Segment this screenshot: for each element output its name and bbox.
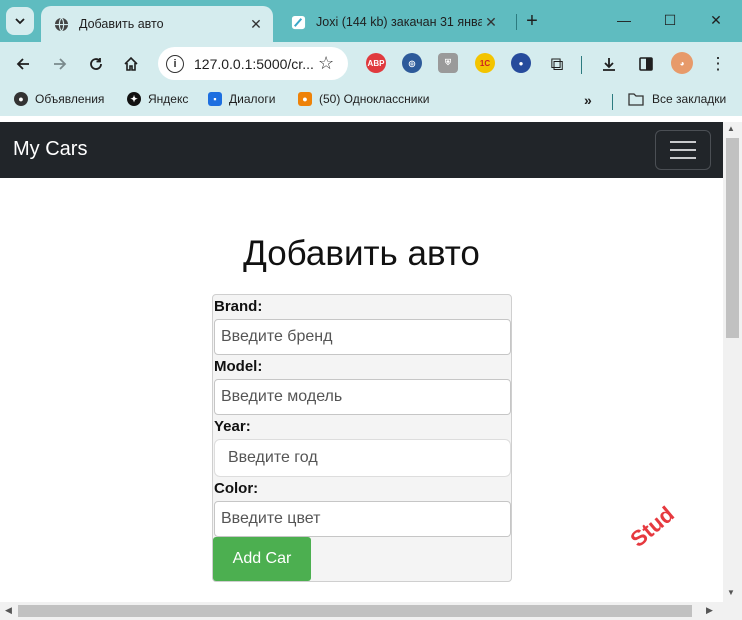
horizontal-scrollbar[interactable]: ◀ ▶	[0, 602, 723, 620]
scroll-down-icon[interactable]: ▼	[727, 588, 735, 597]
all-bookmarks-label: Все закладки	[652, 92, 727, 106]
page-title: Добавить авто	[243, 234, 480, 273]
one-c-icon[interactable]: 1C	[475, 53, 495, 73]
hamburger-icon	[670, 149, 696, 151]
site-navbar: My Cars	[0, 122, 723, 178]
hamburger-icon	[670, 157, 696, 159]
add-car-form: Brand: Введите бренд Model: Введите моде…	[212, 294, 512, 582]
vertical-scroll-thumb[interactable]	[726, 138, 739, 338]
url-text: 127.0.0.1:5000/cr...	[194, 56, 314, 72]
color-label: Color:	[214, 480, 259, 497]
bookmark-item[interactable]: ● (50) Одноклассники	[298, 92, 429, 106]
navbar-toggler-button[interactable]	[655, 130, 711, 170]
scrollbar-corner	[723, 602, 742, 620]
tab-add-car[interactable]: Добавить авто ✕	[41, 6, 273, 42]
model-label: Model:	[214, 358, 263, 375]
tab-search-button[interactable]	[6, 7, 34, 35]
browser-toolbar: i 127.0.0.1:5000/cr... ☆ ABP ◎ ⛨ 1C ● ⧉ …	[0, 42, 742, 86]
ok-icon: ●	[298, 92, 312, 106]
close-icon[interactable]: ✕	[482, 13, 500, 31]
hamburger-icon	[670, 141, 696, 143]
back-icon[interactable]	[11, 52, 35, 76]
menu-dots-icon[interactable]: ⋮	[706, 52, 730, 76]
bookmark-label: Объявления	[35, 92, 105, 106]
bookmarks-bar: ● Объявления ✦ Яндекс ▪ Диалоги ● (50) О…	[0, 86, 742, 116]
navbar-brand[interactable]: My Cars	[13, 138, 87, 161]
year-label: Year:	[214, 418, 251, 435]
bookmarks-divider	[612, 94, 613, 110]
bookmark-item[interactable]: ● Объявления	[14, 92, 104, 106]
address-bar[interactable]: i 127.0.0.1:5000/cr... ☆	[158, 47, 348, 80]
toolbar-divider	[581, 56, 582, 74]
tab-divider	[516, 14, 517, 30]
all-bookmarks[interactable]: Все закладки	[628, 92, 726, 106]
minimize-icon[interactable]: —	[610, 8, 638, 32]
tab-title: Joxi (144 kb) закачан 31 январ	[316, 15, 482, 29]
adblock-icon[interactable]: ABP	[366, 53, 386, 73]
window-close-icon[interactable]: ✕	[702, 8, 730, 32]
download-icon[interactable]	[597, 52, 621, 76]
home-icon[interactable]	[119, 52, 143, 76]
year-input[interactable]: Введите год	[214, 439, 511, 477]
avito-icon: ●	[14, 92, 28, 106]
firefox-like-icon[interactable]: ●	[511, 53, 531, 73]
close-icon[interactable]: ✕	[247, 15, 265, 33]
page-viewport: My Cars Добавить авто Brand: Введите бре…	[0, 122, 723, 602]
scroll-left-icon[interactable]: ◀	[5, 605, 12, 616]
tab-joxi[interactable]: Joxi (144 kb) закачан 31 январ ✕	[278, 6, 508, 38]
model-input[interactable]: Введите модель	[214, 379, 511, 415]
globe-icon	[53, 16, 69, 32]
vertical-scrollbar[interactable]: ▲ ▼	[723, 122, 742, 602]
extensions-puzzle-icon[interactable]: ⧉	[545, 52, 569, 76]
brand-label: Brand:	[214, 298, 263, 315]
tab-title: Добавить авто	[79, 17, 164, 31]
forward-icon[interactable]	[48, 52, 72, 76]
bookmark-label: Диалоги	[229, 92, 276, 106]
profile-avatar-icon[interactable]: ◕	[671, 52, 693, 74]
chat-icon: ▪	[208, 92, 222, 106]
folder-icon	[628, 93, 644, 106]
joxi-icon	[290, 14, 306, 30]
tab-bar: Добавить авто ✕ Joxi (144 kb) закачан 31…	[0, 0, 742, 42]
shield-icon[interactable]: ⛨	[438, 53, 458, 73]
bookmark-item[interactable]: ✦ Яндекс	[127, 92, 188, 106]
side-panel-icon[interactable]	[634, 52, 658, 76]
bookmark-label: (50) Одноклассники	[319, 92, 430, 106]
bookmark-label: Яндекс	[148, 92, 189, 106]
brand-input[interactable]: Введите бренд	[214, 319, 511, 355]
scroll-right-icon[interactable]: ▶	[706, 605, 713, 616]
star-icon[interactable]: ☆	[318, 53, 334, 74]
scroll-up-icon[interactable]: ▲	[727, 124, 735, 133]
chevron-down-icon	[15, 18, 25, 25]
maximize-icon[interactable]: ☐	[656, 8, 684, 32]
reload-icon[interactable]	[84, 52, 108, 76]
horizontal-scroll-thumb[interactable]	[18, 605, 692, 617]
bookmark-item[interactable]: ▪ Диалоги	[208, 92, 275, 106]
watermark: Stud	[625, 501, 679, 552]
add-car-button[interactable]: Add Car	[213, 537, 311, 581]
more-bookmarks-icon[interactable]: »	[584, 92, 592, 108]
new-tab-icon[interactable]: +	[521, 10, 543, 32]
yandex-icon: ✦	[127, 92, 141, 106]
vpn-extension-icon[interactable]: ◎	[402, 53, 422, 73]
color-input[interactable]: Введите цвет	[214, 501, 511, 537]
site-info-icon[interactable]: i	[166, 55, 184, 73]
